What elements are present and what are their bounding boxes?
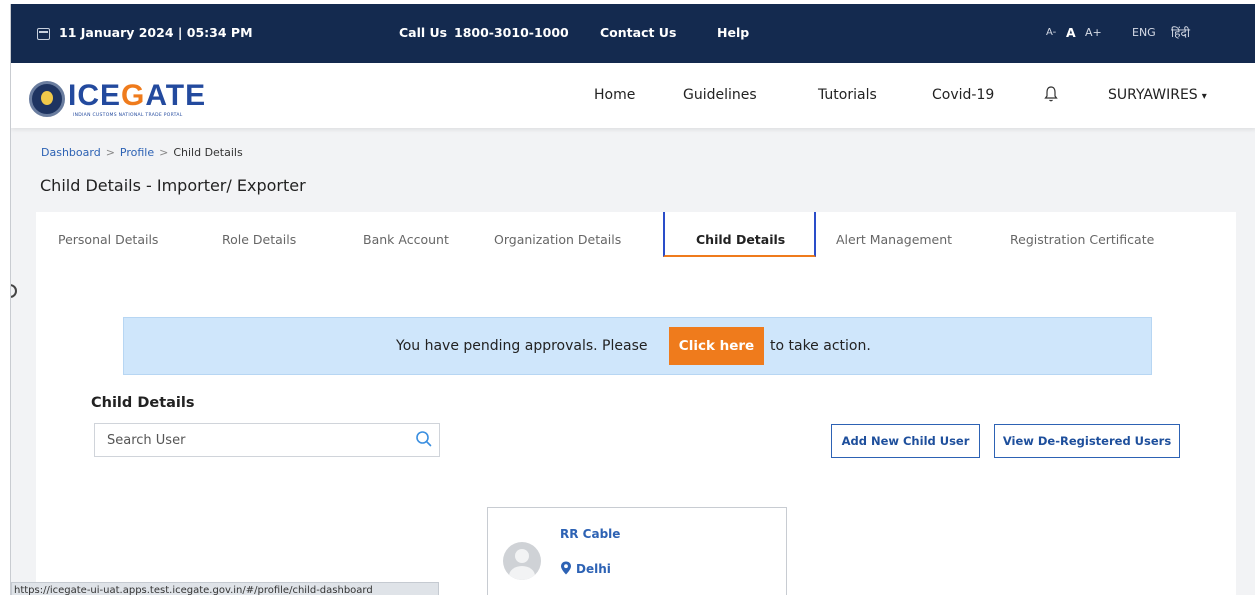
emblem-logo-icon[interactable] <box>29 81 65 117</box>
search-box <box>94 423 440 457</box>
pending-approvals-alert: You have pending approvals. Please Click… <box>123 317 1152 375</box>
tab-role-details[interactable]: Role Details <box>222 232 296 247</box>
lang-english-button[interactable]: ENG <box>1132 26 1156 39</box>
help-link[interactable]: Help <box>717 25 749 40</box>
alert-text-before: You have pending approvals. Please <box>396 338 648 354</box>
logo-wordmark: ICEGATE <box>68 79 207 112</box>
notification-bell-icon[interactable] <box>1044 85 1058 103</box>
location-pin-icon <box>561 561 571 575</box>
link-status-bar: https://icegate-ui-uat.apps.test.icegate… <box>11 582 439 595</box>
user-menu[interactable]: SURYAWIRES ▾ <box>1108 87 1207 103</box>
calendar-icon <box>37 28 50 40</box>
call-us-label: Call Us <box>399 25 448 40</box>
nav-tutorials[interactable]: Tutorials <box>818 87 877 103</box>
breadcrumb-current: Child Details <box>173 146 243 159</box>
tab-registration-certificate[interactable]: Registration Certificate <box>1010 232 1154 247</box>
side-handle-icon[interactable] <box>11 284 17 298</box>
child-user-card[interactable]: RR Cable Delhi <box>487 507 787 595</box>
user-name: SURYAWIRES <box>1108 87 1198 103</box>
page-title: Child Details - Importer/ Exporter <box>40 176 306 195</box>
search-icon[interactable] <box>415 430 433 448</box>
profile-panel: Personal Details Role Details Bank Accou… <box>36 212 1236 595</box>
app-window: 11 January 2024 | 05:34 PM Call Us 1800-… <box>10 4 1255 595</box>
add-new-child-user-button[interactable]: Add New Child User <box>831 424 980 458</box>
section-title: Child Details <box>91 395 195 411</box>
tab-alert-management[interactable]: Alert Management <box>836 232 952 247</box>
breadcrumb-separator-icon: > <box>105 146 115 159</box>
font-increase-button[interactable]: A+ <box>1085 26 1102 39</box>
contact-us-link[interactable]: Contact Us <box>600 25 676 40</box>
logo-subtitle: INDIAN CUSTOMS NATIONAL TRADE PORTAL <box>73 113 183 118</box>
breadcrumb-profile[interactable]: Profile <box>120 146 154 159</box>
current-datetime: 11 January 2024 | 05:34 PM <box>59 25 253 40</box>
breadcrumb-separator-icon: > <box>159 146 169 159</box>
alert-text-after: to take action. <box>770 338 871 354</box>
font-normal-button[interactable]: A <box>1066 25 1076 40</box>
top-utility-bar: 11 January 2024 | 05:34 PM Call Us 1800-… <box>11 4 1255 63</box>
main-header: ICEGATE INDIAN CUSTOMS NATIONAL TRADE PO… <box>11 63 1255 128</box>
breadcrumb-dashboard[interactable]: Dashboard <box>41 146 101 159</box>
icegate-logo[interactable]: ICEGATE <box>68 79 206 113</box>
tab-organization-details[interactable]: Organization Details <box>494 232 621 247</box>
view-deregistered-users-button[interactable]: View De-Registered Users <box>994 424 1180 458</box>
search-user-input[interactable] <box>95 424 405 456</box>
lang-hindi-button[interactable]: हिंदी <box>1171 24 1190 41</box>
breadcrumb: Dashboard > Profile > Child Details <box>41 146 243 159</box>
tab-personal-details[interactable]: Personal Details <box>58 232 158 247</box>
child-user-city: Delhi <box>576 562 611 576</box>
nav-home[interactable]: Home <box>594 87 635 103</box>
avatar <box>503 542 541 580</box>
child-user-name[interactable]: RR Cable <box>560 527 620 541</box>
click-here-button[interactable]: Click here <box>669 327 764 365</box>
phone-number[interactable]: 1800-3010-1000 <box>454 25 569 40</box>
tab-child-details[interactable]: Child Details <box>696 232 785 247</box>
nav-guidelines[interactable]: Guidelines <box>683 87 757 103</box>
font-decrease-button[interactable]: A- <box>1046 27 1056 38</box>
caret-down-icon: ▾ <box>1201 91 1207 102</box>
tab-bank-account[interactable]: Bank Account <box>363 232 449 247</box>
nav-covid-19[interactable]: Covid-19 <box>932 87 994 103</box>
